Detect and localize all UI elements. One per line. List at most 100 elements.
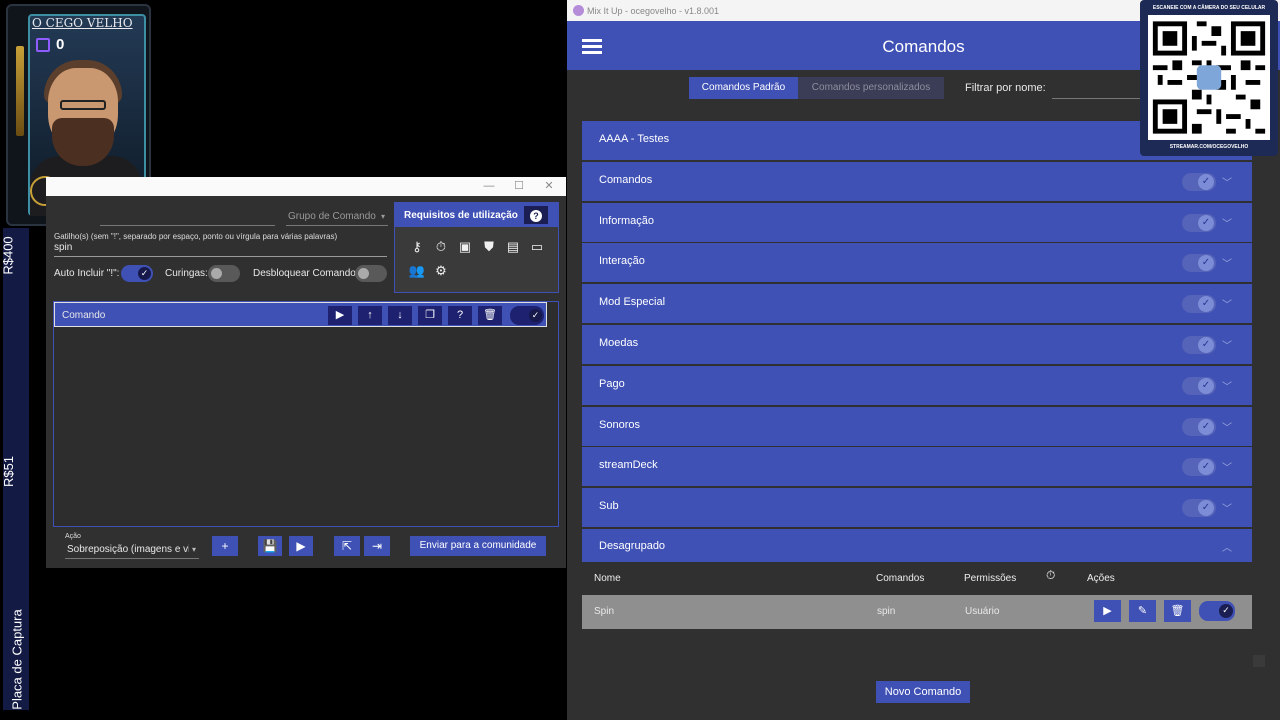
send-to-community-button[interactable]: Enviar para a comunidade	[410, 536, 546, 556]
group-enabled-toggle[interactable]: ✓	[1182, 172, 1216, 191]
group-row[interactable]: Informação ✓ ﹀	[582, 202, 1252, 242]
shield-icon[interactable]: ⛊	[480, 239, 498, 255]
actions-panel	[53, 301, 559, 527]
terminal-icon[interactable]: ▭	[528, 239, 546, 255]
card-gold-bar	[16, 46, 24, 136]
group-row[interactable]: Pago ✓ ﹀	[582, 365, 1252, 405]
row-enabled-toggle[interactable]: ✓	[1199, 601, 1235, 621]
wildcards-toggle[interactable]	[208, 265, 240, 282]
group-enabled-toggle[interactable]: ✓	[1182, 295, 1216, 314]
chevron-down-icon[interactable]: ﹀	[1222, 174, 1232, 189]
group-row[interactable]: streamDeck ✓ ﹀	[582, 447, 1252, 487]
arrow-up-icon[interactable]: ↑	[358, 306, 382, 325]
chat-edit-icon[interactable]: ✎	[1129, 600, 1156, 622]
chevron-down-icon[interactable]: ﹀	[1222, 255, 1232, 270]
action-select[interactable]: Sobreposição (imagens e vi	[67, 544, 189, 555]
minimize-icon[interactable]: —	[474, 178, 504, 195]
group-row[interactable]: Sub ✓ ﹀	[582, 488, 1252, 528]
play-icon[interactable]: ▶	[289, 536, 313, 556]
chevron-down-icon: ▾	[381, 212, 386, 221]
action-enabled-toggle[interactable]: ✓	[510, 306, 544, 325]
group-enabled-toggle[interactable]: ✓	[1182, 376, 1216, 395]
requirements-panel: Requisitos de utilização ? ⚷ ⏱ ▣ ⛊ ▤ ▭ 👥…	[394, 202, 559, 293]
check-icon: ✓	[1198, 459, 1214, 476]
check-icon: ✓	[529, 309, 542, 322]
group-name: AAAA - Testes	[599, 133, 670, 145]
stopwatch-icon[interactable]: ⏱	[432, 239, 450, 255]
action-select-label: Ação	[65, 533, 81, 540]
chevron-down-icon[interactable]: ﹀	[1222, 215, 1232, 230]
trigger-input[interactable]: spin	[54, 242, 72, 253]
group-enabled-toggle[interactable]: ✓	[1182, 336, 1216, 354]
users-icon[interactable]: 👥	[408, 263, 426, 279]
group-ungrouped[interactable]: Desagrupado ︿	[582, 529, 1252, 562]
play-icon[interactable]: ▶	[1094, 600, 1121, 622]
group-enabled-toggle[interactable]: ✓	[1182, 417, 1216, 436]
col-name: Nome	[594, 573, 621, 584]
group-row[interactable]: Sonoros ✓ ﹀	[582, 406, 1252, 446]
col-commands: Comandos	[876, 573, 925, 584]
group-enabled-toggle[interactable]: ✓	[1182, 458, 1216, 477]
capture-card-label: Placa de Captura	[9, 609, 25, 710]
chevron-down-icon[interactable]: ﹀	[1222, 337, 1232, 352]
group-name: Informação	[599, 214, 655, 227]
add-action-button[interactable]: +	[212, 536, 238, 556]
filter-input[interactable]	[1052, 98, 1142, 99]
chevron-down-icon[interactable]: ﹀	[1222, 378, 1232, 393]
export-icon[interactable]: ⇱	[334, 536, 360, 556]
qr-header: ESCANEIE COM A CÂMERA DO SEU CELULAR	[1152, 5, 1266, 11]
group-row[interactable]: Moedas ✓ ﹀	[582, 325, 1252, 364]
group-row[interactable]: Mod Especial ✓ ﹀	[582, 284, 1252, 324]
cooldown-icon: ⏱	[1046, 568, 1056, 582]
tab-custom-commands[interactable]: Comandos personalizados	[798, 77, 944, 99]
auto-include-toggle[interactable]: ✓	[121, 265, 153, 282]
close-icon[interactable]: ✕	[534, 178, 564, 195]
delete-icon[interactable]: 🗑	[1164, 600, 1191, 622]
donation-strip: R$400 R$51 Placa de Captura	[0, 228, 29, 710]
delete-icon[interactable]: 🗑	[478, 306, 502, 325]
wildcards-label: Curingas:	[165, 268, 208, 279]
twitch-icon	[36, 38, 50, 52]
arrow-down-icon[interactable]: ↓	[388, 306, 412, 325]
group-enabled-toggle[interactable]: ✓	[1182, 499, 1216, 518]
group-select[interactable]: Grupo de Comando	[288, 211, 376, 222]
archive-icon[interactable]: ▤	[504, 239, 522, 255]
chevron-down-icon[interactable]: ﹀	[1222, 419, 1232, 434]
check-icon: ✓	[138, 267, 151, 280]
chevron-down-icon[interactable]: ﹀	[1222, 296, 1232, 311]
key-icon[interactable]: ⚷	[408, 239, 426, 255]
copy-icon[interactable]: ❐	[418, 306, 442, 325]
group-name: Mod Especial	[599, 296, 666, 309]
group-name: Moedas	[599, 337, 639, 349]
col-permissions: Permissões	[964, 573, 1017, 584]
maximize-icon[interactable]: ☐	[504, 178, 534, 195]
help-icon[interactable]: ?	[524, 206, 548, 224]
group-enabled-toggle[interactable]: ✓	[1182, 213, 1216, 232]
currency-icon[interactable]: ▣	[456, 239, 474, 255]
action-row[interactable]: Comando ▶ ↑ ↓ ❐ ? 🗑 ✓	[54, 302, 547, 327]
chevron-down-icon[interactable]: ﹀	[1222, 500, 1232, 515]
resize-grip[interactable]	[1253, 655, 1265, 667]
group-row[interactable]: Comandos ✓ ﹀	[582, 161, 1252, 201]
tab-default-commands[interactable]: Comandos Padrão	[689, 77, 798, 99]
group-name: Interação	[599, 255, 645, 268]
play-icon[interactable]: ▶	[328, 306, 352, 325]
check-icon: ✓	[1198, 255, 1214, 272]
check-icon: ✓	[1198, 500, 1214, 517]
group-enabled-toggle[interactable]: ✓	[1182, 254, 1216, 273]
row-permission: Usuário	[965, 606, 1000, 617]
auto-include-label: Auto Incluir "!":	[54, 268, 120, 279]
gear-icon[interactable]: ⚙	[432, 263, 450, 279]
qr-code-icon	[1148, 15, 1270, 140]
new-command-button[interactable]: Novo Comando	[876, 681, 970, 703]
group-row[interactable]: Interação ✓ ﹀	[582, 243, 1252, 283]
import-icon[interactable]: ⇥	[364, 536, 390, 556]
donation-label-400: R$400	[0, 236, 16, 275]
chevron-down-icon[interactable]: ﹀	[1222, 459, 1232, 474]
help-icon[interactable]: ?	[448, 306, 472, 325]
save-icon[interactable]: 💾	[258, 536, 282, 556]
chevron-up-icon[interactable]: ︿	[1222, 539, 1232, 554]
group-name: Sonoros	[599, 418, 640, 431]
check-icon: ✓	[1198, 214, 1214, 231]
unlock-toggle[interactable]	[355, 265, 387, 282]
